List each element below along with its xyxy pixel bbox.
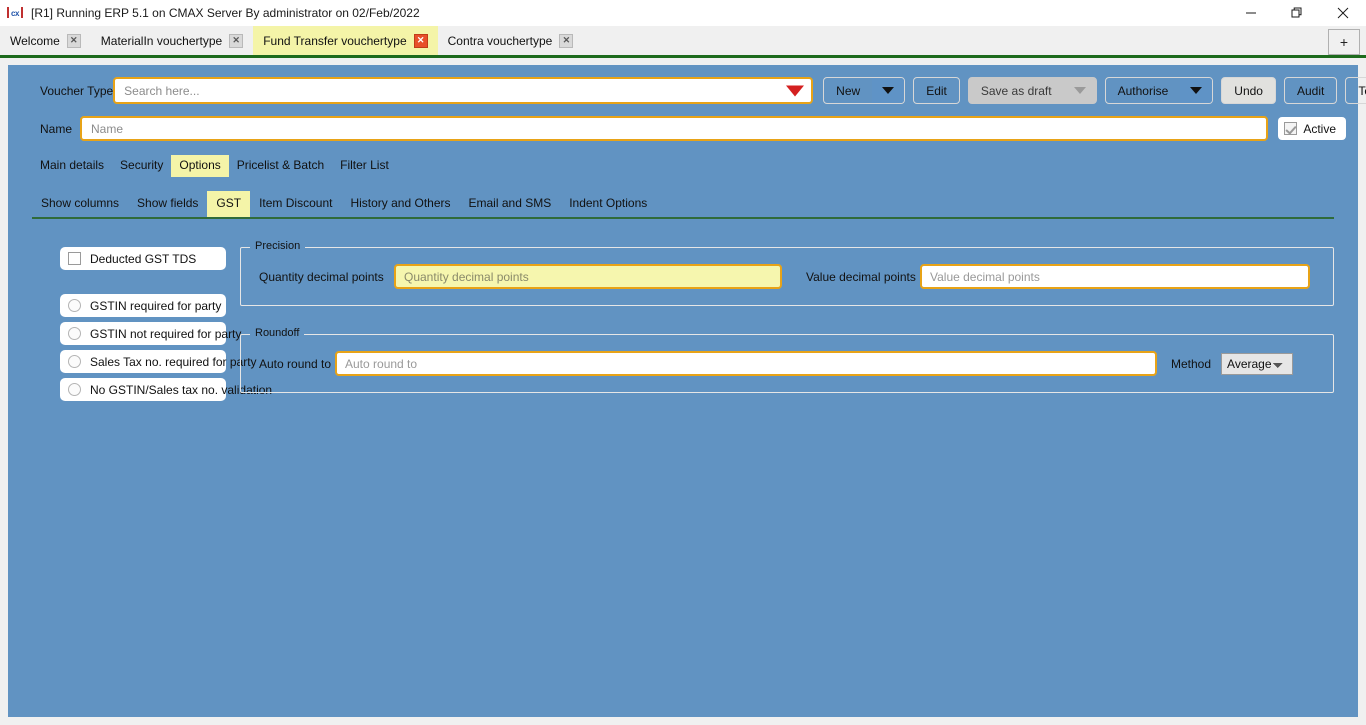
undo-button-label: Undo [1234, 83, 1263, 98]
main-tab-bar: Main details Security Options Pricelist … [32, 155, 1358, 177]
new-tab-wrapper: + [1328, 29, 1360, 55]
method-label: Method [1171, 356, 1212, 371]
window-controls [1228, 0, 1366, 26]
voucher-type-label: Voucher Type [40, 83, 114, 98]
tab-filter-list[interactable]: Filter List [332, 155, 397, 177]
subtab-show-columns[interactable]: Show columns [32, 191, 128, 217]
save-as-draft-label: Save as draft [980, 83, 1052, 98]
tab-label: Welcome [10, 33, 60, 48]
subtab-email-and-sms[interactable]: Email and SMS [460, 191, 561, 217]
auto-round-to-label: Auto round to [259, 356, 332, 371]
new-button[interactable]: New [823, 77, 906, 104]
gst-settings-groups: Precision Quantity decimal points Value … [240, 240, 1334, 421]
value-decimal-points-label: Value decimal points [806, 269, 916, 284]
template-button[interactable]: Template [1345, 77, 1366, 104]
roundoff-group-title: Roundoff [250, 327, 305, 339]
tab-pricelist-batch[interactable]: Pricelist & Batch [229, 155, 332, 177]
subtab-show-fields[interactable]: Show fields [128, 191, 207, 217]
radio-label: GSTIN not required for party [90, 326, 242, 341]
voucher-type-row: Voucher Type New Edit Save as draft Auth… [8, 65, 1366, 104]
subtab-gst[interactable]: GST [207, 191, 251, 217]
sub-tab-bar-wrapper: Show columns Show fields GST Item Discou… [32, 191, 1334, 219]
new-button-label: New [836, 83, 861, 98]
active-label: Active [1303, 121, 1336, 136]
edit-button[interactable]: Edit [913, 77, 960, 104]
authorise-button[interactable]: Authorise [1104, 77, 1214, 104]
voucher-type-page: Voucher Type New Edit Save as draft Auth… [8, 65, 1366, 717]
tab-fund-transfer-vouchertype[interactable]: Fund Transfer vouchertype ✕ [253, 26, 438, 55]
tab-close-icon[interactable]: ✕ [66, 33, 81, 48]
method-select[interactable]: Average [1221, 352, 1294, 375]
radio-label: GSTIN required for party [90, 298, 222, 313]
precision-fields-row: Quantity decimal points Value decimal po… [259, 264, 1321, 289]
precision-group-title: Precision [250, 240, 306, 252]
minimize-icon[interactable] [1228, 0, 1274, 26]
radio-icon[interactable] [68, 327, 81, 340]
tab-label: MaterialIn vouchertype [100, 33, 223, 48]
subtab-indent-options[interactable]: Indent Options [560, 191, 656, 217]
edit-button-label: Edit [926, 83, 947, 98]
name-row: Name Active [8, 104, 1358, 141]
tab-welcome[interactable]: Welcome ✕ [0, 26, 91, 55]
deducted-gst-tds-label: Deducted GST TDS [90, 251, 197, 266]
radio-icon[interactable] [68, 299, 81, 312]
tab-close-icon[interactable]: ✕ [229, 33, 244, 48]
radio-sales-tax-required[interactable]: Sales Tax no. required for party [60, 350, 257, 373]
save-as-draft-dropdown-icon [1063, 78, 1096, 103]
authorise-button-label: Authorise [1117, 83, 1169, 98]
value-decimal-points-input[interactable] [920, 264, 1310, 289]
save-as-draft-button: Save as draft [967, 77, 1097, 104]
app-logo-icon: cx [7, 6, 23, 20]
tab-main-details[interactable]: Main details [32, 155, 112, 177]
tab-options[interactable]: Options [171, 155, 229, 177]
tab-security[interactable]: Security [112, 155, 171, 177]
quantity-decimal-points-label: Quantity decimal points [259, 269, 384, 284]
gst-panel: Deducted GST TDS GSTIN required for part… [8, 219, 1358, 421]
voucher-type-search-input[interactable] [113, 77, 814, 104]
active-check-icon[interactable] [1284, 122, 1298, 135]
tab-close-icon[interactable]: ✕ [559, 33, 574, 48]
checkbox-icon[interactable] [68, 252, 81, 265]
sub-tab-bar: Show columns Show fields GST Item Discou… [32, 191, 1334, 217]
subtab-history-and-others[interactable]: History and Others [341, 191, 459, 217]
roundoff-groupbox: Roundoff Auto round to Method Average [240, 327, 1334, 393]
radio-gstin-required[interactable]: GSTIN required for party [60, 294, 226, 317]
new-dropdown-icon[interactable] [872, 78, 905, 103]
active-checkbox[interactable]: Active [1278, 117, 1346, 140]
auto-round-to-input[interactable] [335, 351, 1157, 376]
radio-icon[interactable] [68, 355, 81, 368]
radio-gstin-not-required[interactable]: GSTIN not required for party [60, 322, 241, 345]
audit-button[interactable]: Audit [1283, 77, 1338, 104]
template-button-label: Template [1358, 83, 1366, 98]
action-toolbar: New Edit Save as draft Authorise Undo Au… [823, 77, 1366, 104]
audit-button-label: Audit [1296, 83, 1325, 98]
document-tabstrip: Welcome ✕ MaterialIn vouchertype ✕ Fund … [0, 26, 1366, 58]
close-icon[interactable] [1320, 0, 1366, 26]
name-label: Name [40, 121, 73, 136]
radio-label: Sales Tax no. required for party [90, 354, 257, 369]
undo-button[interactable]: Undo [1221, 77, 1276, 104]
roundoff-fields-row: Auto round to Method Average [259, 351, 1321, 376]
tab-close-icon[interactable]: ✕ [413, 33, 428, 48]
precision-groupbox: Precision Quantity decimal points Value … [240, 240, 1334, 306]
radio-no-validation[interactable]: No GSTIN/Sales tax no. validation [60, 378, 272, 401]
radio-icon[interactable] [68, 383, 81, 396]
quantity-decimal-points-input[interactable] [394, 264, 782, 289]
window-title: [R1] Running ERP 5.1 on CMAX Server By a… [31, 6, 420, 20]
tab-label: Contra vouchertype [447, 33, 553, 48]
tab-contra-vouchertype[interactable]: Contra vouchertype ✕ [438, 26, 584, 55]
authorise-dropdown-icon[interactable] [1180, 78, 1213, 103]
voucher-type-search-wrapper [113, 77, 814, 104]
window-titlebar: cx [R1] Running ERP 5.1 on CMAX Server B… [0, 0, 1366, 26]
deducted-gst-tds-checkbox[interactable]: Deducted GST TDS [60, 247, 226, 270]
gst-options-list: Deducted GST TDS GSTIN required for part… [38, 247, 272, 406]
tab-materialin-vouchertype[interactable]: MaterialIn vouchertype ✕ [91, 26, 253, 55]
new-tab-button[interactable]: + [1328, 29, 1360, 55]
name-input[interactable] [80, 116, 1269, 141]
maximize-restore-icon[interactable] [1274, 0, 1320, 26]
tab-label: Fund Transfer vouchertype [263, 33, 407, 48]
subtab-item-discount[interactable]: Item Discount [250, 191, 341, 217]
